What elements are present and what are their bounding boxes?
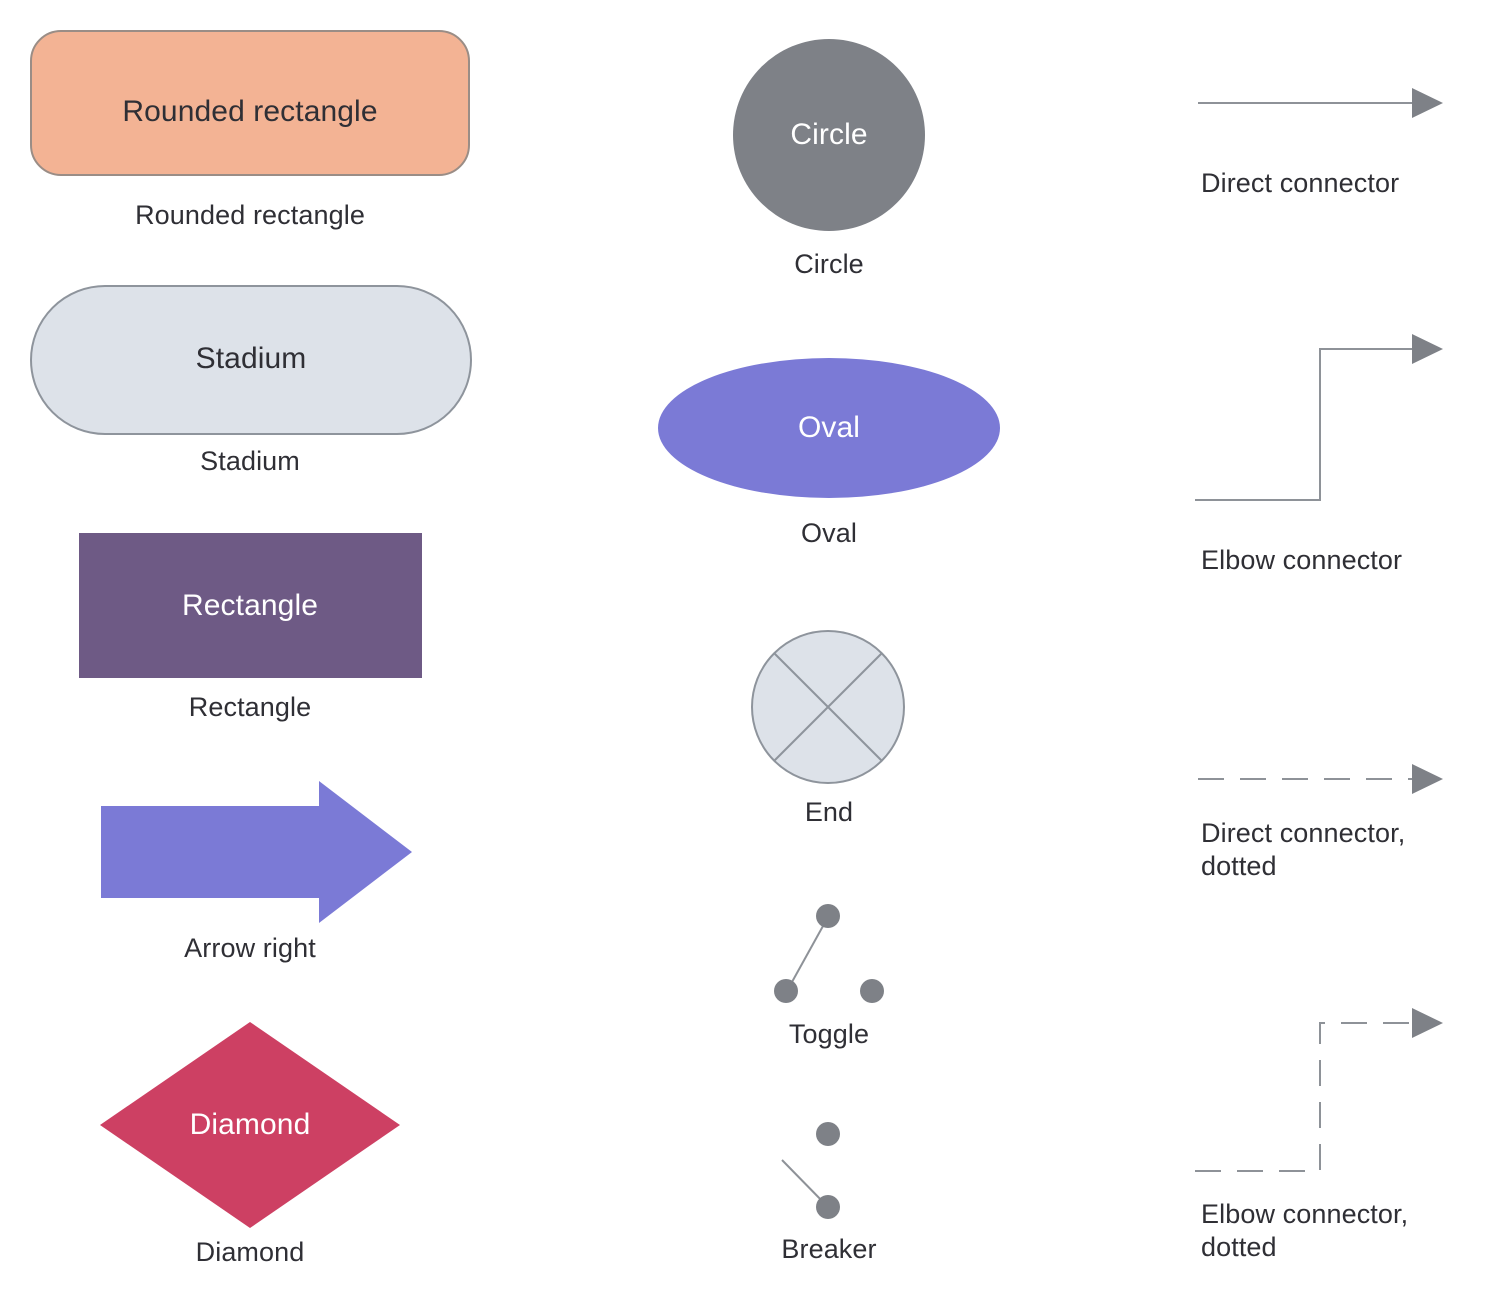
label-end: End [804, 797, 854, 827]
connector-direct[interactable] [1198, 88, 1443, 118]
label-elbow-connector: Elbow connector [1201, 545, 1403, 575]
circle-inner-text: Circle [790, 118, 868, 151]
shape-end[interactable] [751, 630, 905, 784]
breaker-terminal-bottom [816, 1195, 840, 1219]
elbow-connector-dotted-arrowhead [1412, 1008, 1443, 1038]
label-rounded-rectangle: Rounded rectangle [135, 200, 365, 230]
label-oval: Oval [801, 518, 857, 548]
toggle-lever-line [786, 916, 829, 992]
oval-inner-text: Oval [797, 411, 861, 444]
diamond-inner-text: Diamond [189, 1108, 311, 1141]
elbow-connector-arrowhead [1412, 334, 1443, 364]
label-elbow-connector-dotted-line1: Elbow connector, [1201, 1199, 1409, 1229]
label-circle: Circle [794, 249, 864, 279]
stadium-inner-text: Stadium [195, 342, 307, 375]
label-breaker: Breaker [781, 1234, 877, 1264]
label-elbow-connector-dotted-line2: dotted [1201, 1231, 1277, 1262]
label-arrow-right: Arrow right [184, 933, 316, 963]
label-rectangle: Rectangle [188, 692, 312, 722]
label-diamond: Diamond [195, 1237, 305, 1267]
toggle-terminal-top [816, 904, 840, 928]
shape-arrow-right[interactable] [101, 781, 412, 923]
shape-toggle[interactable] [774, 904, 884, 1003]
label-direct-connector: Direct connector [1201, 168, 1400, 198]
label-stadium: Stadium [200, 446, 300, 476]
connector-direct-dotted[interactable] [1198, 764, 1443, 794]
label-direct-connector-dotted: Direct connector, dotted [1201, 817, 1405, 883]
connector-elbow[interactable] [1195, 334, 1443, 501]
shape-breaker[interactable] [781, 1122, 840, 1219]
rounded-rectangle-inner-text: Rounded rectangle [122, 95, 378, 128]
breaker-terminal-top [816, 1122, 840, 1146]
connector-elbow-dotted[interactable] [1195, 1008, 1443, 1172]
label-elbow-connector-dotted: Elbow connector, dotted [1201, 1198, 1408, 1264]
label-direct-connector-dotted-line2: dotted [1201, 850, 1277, 881]
direct-connector-dotted-arrowhead [1412, 764, 1443, 794]
label-direct-connector-dotted-line1: Direct connector, [1201, 818, 1406, 848]
direct-connector-arrowhead [1412, 88, 1443, 118]
toggle-terminal-right [860, 979, 884, 1003]
toggle-terminal-left [774, 979, 798, 1003]
rectangle-inner-text: Rectangle [182, 589, 318, 622]
label-toggle: Toggle [788, 1019, 870, 1049]
